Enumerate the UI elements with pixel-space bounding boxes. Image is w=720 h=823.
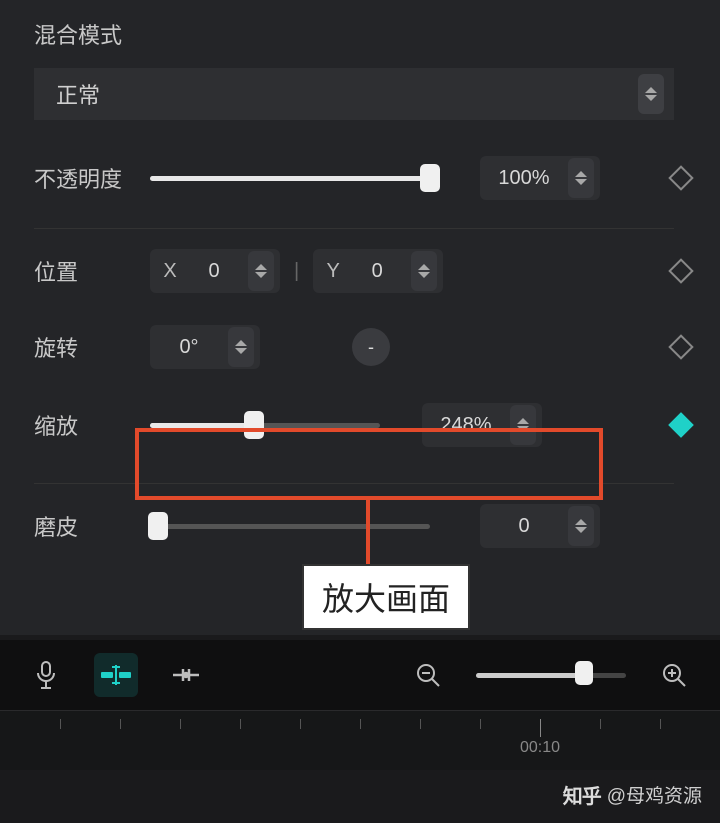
chevron-up-icon — [645, 87, 657, 93]
rotation-keyframe[interactable] — [668, 334, 693, 359]
xy-separator: | — [290, 260, 303, 283]
scale-keyframe[interactable] — [668, 412, 693, 437]
watermark-author: @母鸡资源 — [607, 781, 702, 808]
position-y-stepper[interactable] — [411, 251, 437, 291]
chevron-down-icon — [255, 272, 267, 278]
rotation-stepper[interactable] — [228, 327, 254, 367]
blend-mode-dropdown[interactable]: 正常 — [34, 68, 674, 120]
smooth-input[interactable]: 0 — [480, 504, 600, 548]
blend-mode-label: 混合模式 — [34, 18, 710, 50]
scale-label: 缩放 — [34, 409, 134, 441]
align-center-icon[interactable] — [164, 653, 208, 697]
smooth-slider[interactable] — [150, 511, 430, 541]
timeline-tick-label: 00:10 — [520, 739, 560, 757]
smooth-label: 磨皮 — [34, 510, 134, 542]
chevron-up-icon — [575, 519, 587, 525]
zoom-slider[interactable] — [476, 660, 626, 690]
rotation-label: 旋转 — [34, 331, 134, 363]
microphone-icon[interactable] — [24, 653, 68, 697]
split-clip-icon[interactable] — [94, 653, 138, 697]
rotation-input[interactable]: 0° — [150, 325, 260, 369]
chevron-down-icon — [418, 272, 430, 278]
opacity-label: 不透明度 — [34, 162, 134, 194]
position-x-stepper[interactable] — [248, 251, 274, 291]
position-y-input[interactable]: Y 0 — [313, 249, 443, 293]
chevron-down-icon — [235, 348, 247, 354]
rotation-extra-badge[interactable]: - — [352, 328, 390, 366]
chevron-up-icon — [255, 264, 267, 270]
chevron-up-icon — [575, 171, 587, 177]
chevron-down-icon — [517, 426, 529, 432]
chevron-up-icon — [418, 264, 430, 270]
chevron-down-icon — [575, 527, 587, 533]
opacity-keyframe[interactable] — [668, 165, 693, 190]
zhihu-logo: 知乎 — [563, 780, 601, 809]
zoom-out-icon[interactable] — [406, 653, 450, 697]
watermark: 知乎 @母鸡资源 — [563, 780, 702, 809]
chevron-up-icon — [517, 418, 529, 424]
chevron-up-icon — [235, 340, 247, 346]
blend-mode-value: 正常 — [56, 78, 100, 110]
smooth-stepper[interactable] — [568, 506, 594, 546]
opacity-input[interactable]: 100% — [480, 156, 600, 200]
zoom-in-icon[interactable] — [652, 653, 696, 697]
position-keyframe[interactable] — [668, 258, 693, 283]
chevron-down-icon — [575, 179, 587, 185]
opacity-slider[interactable] — [150, 163, 430, 193]
opacity-stepper[interactable] — [568, 158, 594, 198]
bottom-toolbar — [0, 640, 720, 710]
chevron-down-icon — [645, 95, 657, 101]
blend-mode-stepper[interactable] — [638, 74, 664, 114]
position-x-input[interactable]: X 0 — [150, 249, 280, 293]
position-label: 位置 — [34, 255, 134, 287]
scale-slider[interactable] — [150, 410, 380, 440]
timeline-ruler[interactable]: 00:10 — [0, 710, 720, 770]
scale-stepper[interactable] — [510, 405, 536, 445]
scale-input[interactable]: 248% — [422, 403, 542, 447]
